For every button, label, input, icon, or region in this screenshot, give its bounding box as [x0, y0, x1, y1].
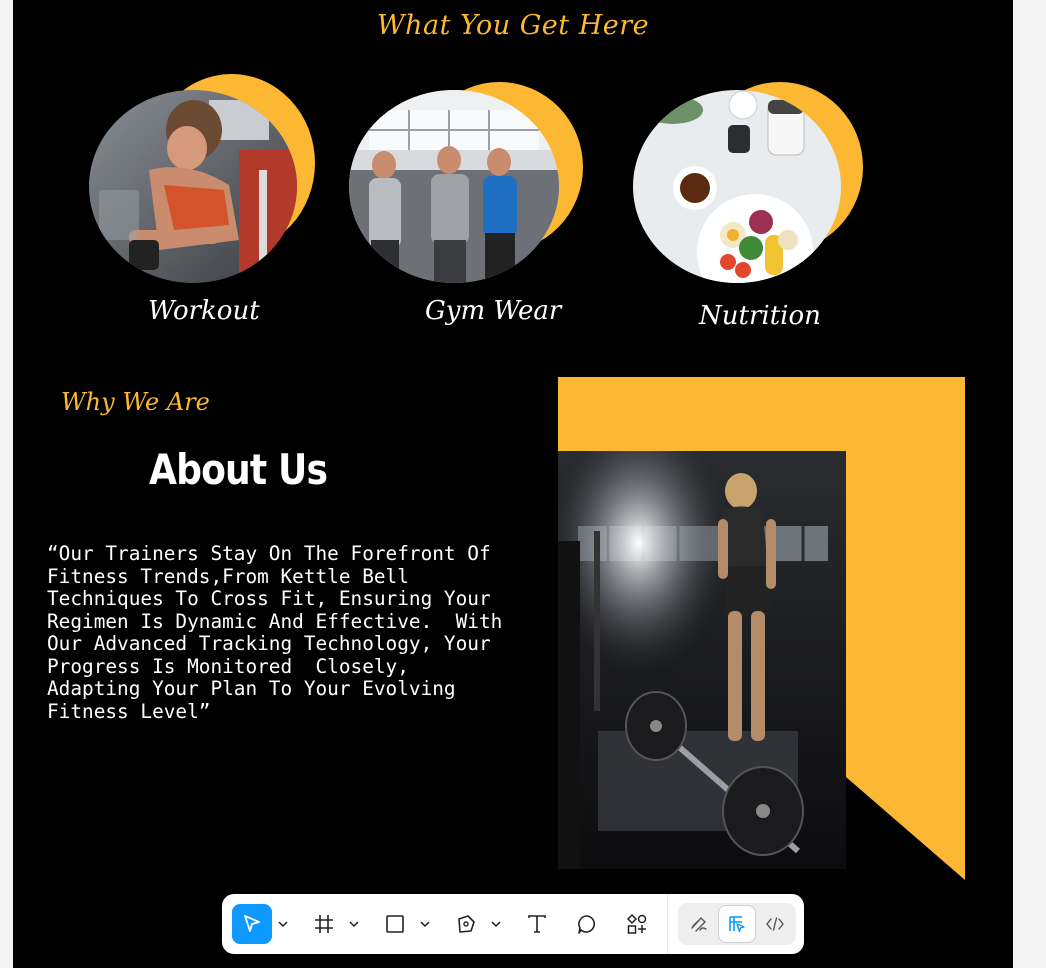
move-tool-caret[interactable]: [277, 916, 289, 932]
cursor-arrow-icon: [244, 915, 260, 932]
service-card-workout[interactable]: Workout: [88, 74, 328, 334]
chevron-down-icon: [491, 921, 501, 927]
components-plus-icon: [626, 913, 647, 934]
scribble-icon: [691, 916, 707, 932]
pen-tool-caret[interactable]: [490, 916, 502, 932]
shape-tool-button[interactable]: [375, 904, 415, 944]
draw-mode-button[interactable]: [681, 906, 717, 942]
card-label-gym-wear: Gym Wear: [425, 296, 562, 326]
hash-frame-icon: [315, 915, 333, 933]
code-brackets-icon: [766, 917, 784, 931]
dev-mode-button[interactable]: [757, 906, 793, 942]
service-card-gym-wear[interactable]: Gym Wear: [349, 74, 589, 334]
rectangle-icon: [386, 915, 404, 933]
about-quote: “Our Trainers Stay On The Forefront Of F…: [47, 542, 503, 723]
gym-wear-image: [349, 90, 559, 283]
about-eyebrow: Why We Are: [61, 388, 210, 416]
move-tool-button[interactable]: [232, 904, 272, 944]
about-image: [558, 451, 846, 869]
service-card-nutrition[interactable]: Nutrition: [632, 74, 872, 334]
design-mode-button[interactable]: [719, 906, 755, 942]
chevron-down-icon: [349, 921, 359, 927]
pen-tool-button[interactable]: [446, 904, 486, 944]
actions-tool-button[interactable]: [617, 904, 657, 944]
chevron-down-icon: [278, 921, 288, 927]
chevron-down-icon: [420, 921, 430, 927]
services-heading: What You Get Here: [376, 10, 650, 41]
frame-tool-caret[interactable]: [348, 916, 360, 932]
card-label-nutrition: Nutrition: [699, 301, 821, 331]
card-label-workout: Workout: [148, 296, 260, 326]
text-t-icon: [528, 915, 546, 933]
design-toolbar: [222, 894, 804, 954]
mode-switcher: [678, 903, 796, 945]
layout-cursor-icon: [729, 916, 745, 933]
frame-tool-button[interactable]: [304, 904, 344, 944]
workout-image: [89, 90, 297, 283]
toolbar-divider: [667, 894, 668, 954]
shape-tool-caret[interactable]: [419, 916, 431, 932]
nutrition-image: [633, 90, 841, 283]
pen-nib-icon: [458, 915, 475, 933]
comment-tool-button[interactable]: [567, 904, 607, 944]
text-tool-button[interactable]: [517, 904, 557, 944]
speech-bubble-icon: [578, 915, 596, 934]
about-title: About Us: [149, 445, 328, 494]
design-canvas[interactable]: What You Get Here Workout Gym Wear Nutri…: [13, 0, 1013, 968]
